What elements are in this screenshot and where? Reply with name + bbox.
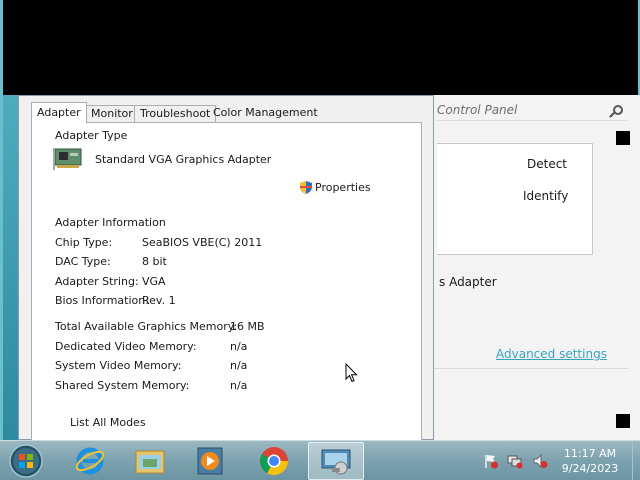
clock[interactable]: 11:17 AM 9/24/2023 bbox=[552, 446, 628, 476]
control-panel-search-input[interactable]: Control Panel bbox=[437, 99, 627, 121]
graphics-card-icon bbox=[53, 148, 82, 170]
properties-button[interactable]: Properties bbox=[300, 181, 371, 194]
monitor-arrangement-box bbox=[437, 143, 593, 255]
adapter-info-heading: Adapter Information bbox=[55, 216, 166, 229]
control-panel-window: Control Panel Detect Identify s Adapter … bbox=[430, 95, 640, 440]
tab-monitor[interactable]: Monitor bbox=[85, 105, 139, 122]
taskbar: 11:17 AM 9/24/2023 bbox=[0, 440, 640, 480]
taskbar-internet-explorer[interactable] bbox=[62, 442, 118, 480]
total-memory-label: Total Available Graphics Memory: bbox=[55, 320, 238, 333]
shared-memory-label: Shared System Memory: bbox=[55, 379, 190, 392]
scrollbar-down[interactable] bbox=[616, 414, 630, 428]
search-icon[interactable] bbox=[613, 105, 623, 115]
advanced-settings-link[interactable]: Advanced settings bbox=[496, 347, 607, 361]
dac-type-value: 8 bit bbox=[142, 255, 167, 268]
mouse-cursor-icon bbox=[345, 363, 358, 383]
total-memory-value: 16 MB bbox=[230, 320, 265, 333]
detect-button[interactable]: Detect bbox=[527, 157, 567, 171]
taskbar-display-settings[interactable] bbox=[308, 442, 364, 480]
taskbar-media-player[interactable] bbox=[182, 442, 238, 480]
dac-type-label: DAC Type: bbox=[55, 255, 111, 268]
dedicated-memory-value: n/a bbox=[230, 340, 248, 353]
adapter-string-value: VGA bbox=[142, 275, 166, 288]
identify-button[interactable]: Identify bbox=[523, 189, 568, 203]
search-placeholder: Control Panel bbox=[437, 103, 518, 117]
system-memory-value: n/a bbox=[230, 359, 248, 372]
scrollbar-up[interactable] bbox=[616, 131, 630, 145]
tab-color-management[interactable]: Color Management bbox=[208, 105, 323, 122]
clock-time: 11:17 AM bbox=[563, 447, 617, 460]
adapter-type-heading: Adapter Type bbox=[55, 129, 128, 142]
system-memory-label: System Video Memory: bbox=[55, 359, 182, 372]
taskbar-file-explorer[interactable] bbox=[122, 442, 178, 480]
chip-type-label: Chip Type: bbox=[55, 236, 113, 249]
display-settings-icon bbox=[321, 449, 351, 475]
internet-explorer-icon bbox=[75, 447, 105, 475]
action-center-flag-icon[interactable] bbox=[483, 453, 499, 469]
chrome-icon bbox=[260, 447, 288, 475]
divider bbox=[431, 368, 629, 369]
adapter-label: s Adapter bbox=[439, 275, 497, 289]
adapter-name: Standard VGA Graphics Adapter bbox=[95, 153, 272, 166]
bios-info-value: Rev. 1 bbox=[142, 294, 176, 307]
chip-type-value: SeaBIOS VBE(C) 2011 bbox=[142, 236, 263, 249]
volume-muted-icon[interactable] bbox=[532, 453, 548, 469]
list-all-modes-button[interactable]: List All Modes bbox=[70, 416, 146, 429]
adapter-tab-panel: Adapter Type Standard VGA Graphics Adapt… bbox=[31, 122, 422, 444]
uac-shield-icon bbox=[300, 181, 312, 194]
dedicated-memory-label: Dedicated Video Memory: bbox=[55, 340, 197, 353]
start-button[interactable] bbox=[6, 443, 46, 479]
tab-troubleshoot[interactable]: Troubleshoot bbox=[134, 105, 217, 122]
bios-info-label: Bios Information: bbox=[55, 294, 149, 307]
system-tray: 11:17 AM 9/24/2023 bbox=[480, 441, 640, 480]
show-desktop-button[interactable] bbox=[632, 441, 640, 480]
clock-date: 9/24/2023 bbox=[561, 462, 619, 475]
media-player-icon bbox=[197, 447, 223, 475]
black-band bbox=[0, 0, 640, 95]
adapter-string-label: Adapter String: bbox=[55, 275, 139, 288]
adapter-properties-dialog: Adapter Monitor Troubleshoot Color Manag… bbox=[18, 95, 434, 444]
taskbar-chrome[interactable] bbox=[246, 442, 302, 480]
folder-icon bbox=[135, 450, 165, 474]
tab-adapter[interactable]: Adapter bbox=[31, 102, 87, 123]
properties-label: Properties bbox=[315, 181, 371, 194]
shared-memory-value: n/a bbox=[230, 379, 248, 392]
window-edge bbox=[0, 0, 3, 440]
network-icon[interactable] bbox=[507, 453, 523, 469]
